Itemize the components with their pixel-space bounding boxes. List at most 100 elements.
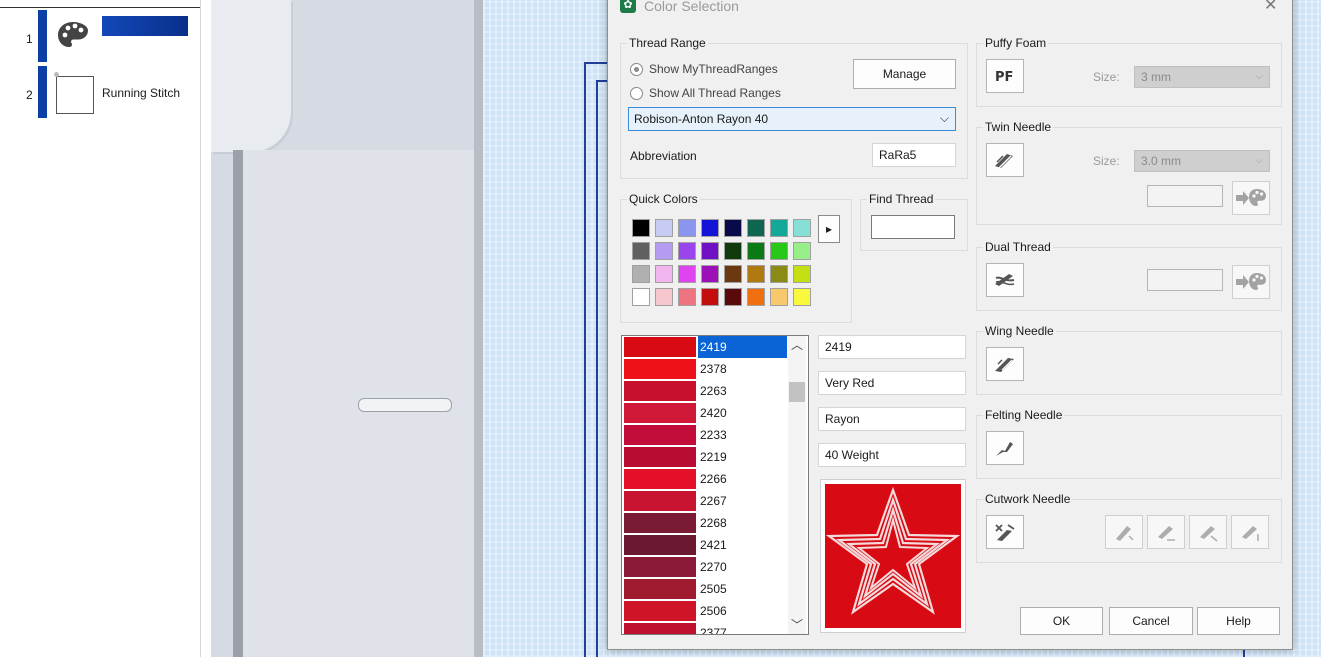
twin-size-value: 3.0 mm (1141, 154, 1182, 168)
dual-color-picker-button[interactable] (1232, 265, 1270, 299)
thread-list-item[interactable]: 2420 (622, 402, 787, 424)
quick-color-swatch[interactable] (632, 265, 650, 283)
puffy-size-select[interactable]: 3 mm ⌵ (1134, 66, 1270, 88)
find-thread-input[interactable] (871, 215, 955, 239)
find-thread-title: Find Thread (867, 192, 936, 206)
thread-type-value: Rayon (825, 412, 860, 426)
quick-color-swatch[interactable] (770, 265, 788, 283)
thread-list-item[interactable]: 2505 (622, 578, 787, 600)
wing-needle-button[interactable] (986, 347, 1024, 381)
layer-row-2[interactable]: 2 Running Stitch (0, 66, 200, 118)
quick-color-swatch[interactable] (793, 242, 811, 260)
quick-color-swatch[interactable] (678, 288, 696, 306)
cutwork-angle-2-button[interactable] (1147, 515, 1185, 549)
thread-color-chip (624, 381, 696, 401)
scroll-up-icon[interactable]: ︿ (788, 336, 806, 354)
radio-all-ranges[interactable] (630, 87, 643, 100)
quick-color-swatch[interactable] (678, 242, 696, 260)
quick-color-swatch[interactable] (724, 242, 742, 260)
quick-color-swatch[interactable] (655, 288, 673, 306)
quick-color-swatch[interactable] (793, 288, 811, 306)
quick-color-swatch[interactable] (632, 288, 650, 306)
quick-color-swatch[interactable] (701, 242, 719, 260)
list-scrollbar[interactable]: ︿ ﹀ (788, 336, 806, 634)
thread-list-item[interactable]: 2266 (622, 468, 787, 490)
thread-list-item[interactable]: 2268 (622, 512, 787, 534)
radio-my-ranges[interactable] (630, 63, 643, 76)
quick-color-swatch[interactable] (793, 265, 811, 283)
thread-code: 2421 (700, 538, 727, 552)
quick-color-swatch[interactable] (747, 219, 765, 237)
puffy-foam-title: Puffy Foam (983, 36, 1049, 50)
cutwork-needle-icon (995, 524, 1015, 541)
cutwork-angle-1-button[interactable] (1105, 515, 1143, 549)
quick-color-swatch[interactable] (747, 265, 765, 283)
palette-icon (56, 20, 90, 55)
thread-range-select[interactable]: Robison-Anton Rayon 40 ⌵ (628, 107, 956, 131)
quick-color-swatch[interactable] (747, 242, 765, 260)
quick-color-swatch[interactable] (770, 242, 788, 260)
help-button[interactable]: Help (1197, 607, 1280, 635)
thread-color-chip (624, 359, 696, 379)
thread-list[interactable]: 2419 2378 2263 2420 2233 2219 2266 2267 2268 2421… (621, 335, 809, 635)
thread-list-item[interactable]: 2506 (622, 600, 787, 622)
thread-color-chip (624, 557, 696, 577)
quick-color-swatch[interactable] (793, 219, 811, 237)
twin-size-select[interactable]: 3.0 mm ⌵ (1134, 150, 1270, 172)
quick-color-swatch[interactable] (724, 265, 742, 283)
thread-code: 2266 (700, 472, 727, 486)
twin-needle-button[interactable] (986, 143, 1024, 177)
quick-color-swatch[interactable] (678, 265, 696, 283)
layer-number: 2 (26, 88, 33, 102)
thread-list-item[interactable]: 2419 (622, 336, 787, 358)
chevron-down-icon: ⌵ (1255, 71, 1263, 82)
quick-color-swatch[interactable] (701, 288, 719, 306)
quick-color-swatch[interactable] (770, 288, 788, 306)
thread-list-item[interactable]: 2421 (622, 534, 787, 556)
thread-list-item[interactable]: 2270 (622, 556, 787, 578)
quick-color-swatch[interactable] (632, 242, 650, 260)
arrow-palette-icon (1236, 189, 1266, 206)
scroll-down-icon[interactable]: ﹀ (788, 616, 806, 634)
quick-color-swatch[interactable] (701, 219, 719, 237)
twin-color-picker-button[interactable] (1232, 181, 1270, 215)
quick-color-swatch[interactable] (747, 288, 765, 306)
manage-button[interactable]: Manage (853, 59, 956, 89)
quick-color-swatch[interactable] (655, 242, 673, 260)
dual-thread-button[interactable] (986, 263, 1024, 297)
quick-color-swatch[interactable] (724, 219, 742, 237)
thread-list-item[interactable]: 2267 (622, 490, 787, 512)
abbreviation-field[interactable]: RaRa5 (872, 143, 956, 167)
thread-list-item[interactable]: 2377 (622, 622, 787, 634)
cancel-button[interactable]: Cancel (1109, 607, 1193, 635)
quick-color-swatch[interactable] (701, 265, 719, 283)
thread-weight-value: 40 Weight (825, 448, 879, 462)
close-icon[interactable]: ✕ (1264, 0, 1277, 15)
thread-list-item[interactable]: 2378 (622, 358, 787, 380)
thread-list-item[interactable]: 2233 (622, 424, 787, 446)
quick-color-swatch[interactable] (724, 288, 742, 306)
quick-color-swatch[interactable] (655, 265, 673, 283)
layer-color-bar (38, 66, 47, 118)
scroll-thumb[interactable] (789, 382, 805, 402)
quick-color-swatch[interactable] (632, 219, 650, 237)
thread-range-title: Thread Range (627, 36, 708, 50)
cutwork-needle-button[interactable] (986, 515, 1024, 549)
thread-list-item[interactable]: 2263 (622, 380, 787, 402)
hoop-top-bracket (211, 0, 291, 152)
ok-button[interactable]: OK (1020, 607, 1103, 635)
cutwork-angle-icon (1242, 526, 1259, 541)
thread-color-chip (624, 447, 696, 467)
felting-needle-button[interactable] (986, 431, 1024, 465)
thread-list-item[interactable]: 2219 (622, 446, 787, 468)
thread-color-chip (624, 535, 696, 555)
more-colors-button[interactable]: ▸ (818, 215, 840, 243)
quick-color-swatch[interactable] (678, 219, 696, 237)
layer-row-1[interactable]: 1 (0, 10, 200, 62)
quick-color-swatch[interactable] (770, 219, 788, 237)
cutwork-angle-3-button[interactable] (1189, 515, 1227, 549)
thread-code: 2419 (698, 336, 787, 358)
quick-color-swatch[interactable] (655, 219, 673, 237)
cutwork-angle-4-button[interactable] (1231, 515, 1269, 549)
puffy-foam-button[interactable]: PF (986, 59, 1024, 93)
